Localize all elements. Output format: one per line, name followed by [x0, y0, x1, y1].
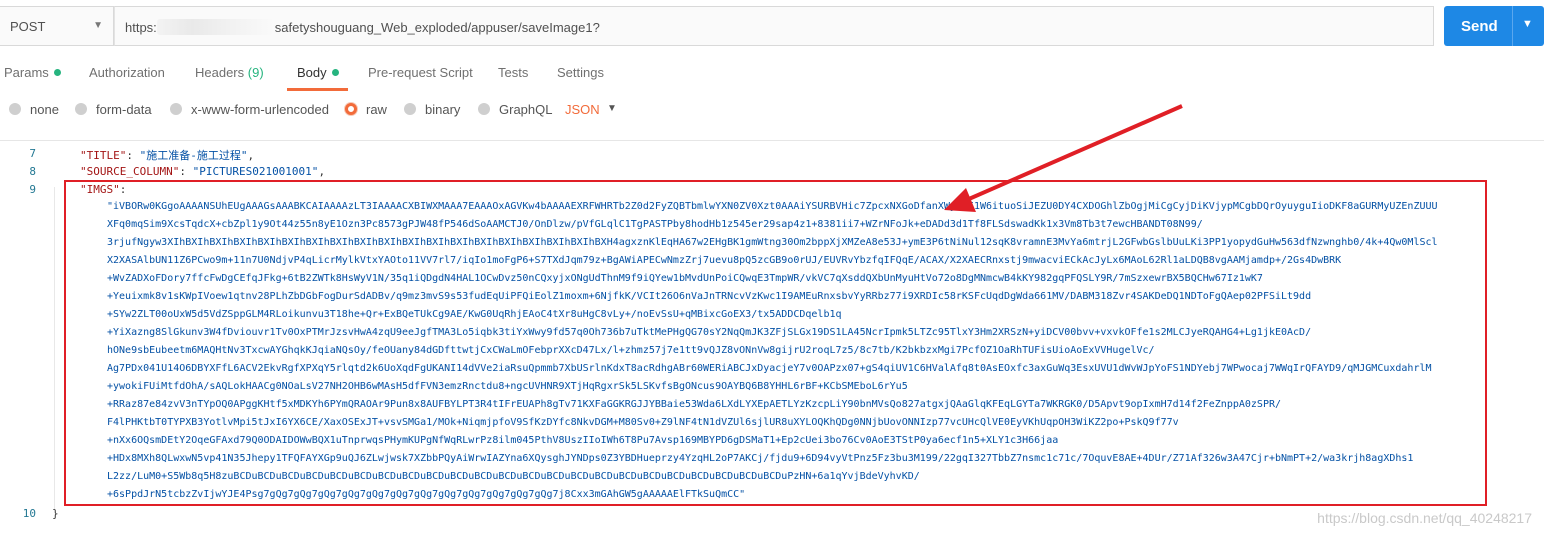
- tab-body[interactable]: Body: [297, 65, 339, 80]
- radio-circle-icon: [404, 103, 416, 115]
- radio-circle-icon: [9, 103, 21, 115]
- code-line-source: "SOURCE_COLUMN": "PICTURES021001001",: [80, 165, 326, 178]
- send-button[interactable]: Send ▼: [1444, 6, 1544, 46]
- radio-graphql[interactable]: GraphQL: [478, 102, 552, 117]
- line-number: 9: [29, 183, 36, 196]
- url-prefix: https:: [125, 20, 157, 35]
- send-options-chevron-icon[interactable]: ▼: [1522, 18, 1533, 30]
- radio-x-www-form-urlencoded[interactable]: x-www-form-urlencoded: [170, 102, 329, 117]
- tab-headers[interactable]: Headers (9): [195, 65, 264, 80]
- send-divider: [1512, 6, 1513, 46]
- indent-guide: [54, 187, 55, 509]
- line-number: 10: [22, 507, 36, 520]
- tab-settings[interactable]: Settings: [557, 65, 604, 80]
- method-label: POST: [10, 19, 46, 34]
- tab-params[interactable]: Params: [4, 65, 61, 80]
- radio-form-data[interactable]: form-data: [75, 102, 152, 117]
- send-label: Send: [1461, 18, 1498, 35]
- chevron-down-icon: ▼: [93, 20, 103, 31]
- request-bar: POST ▼ https: safetyshouguang_Web_explode…: [0, 6, 1544, 46]
- radio-binary[interactable]: binary: [404, 102, 460, 117]
- body-active-dot-icon: [331, 69, 339, 76]
- radio-circle-icon: [170, 103, 182, 115]
- closing-brace: }: [52, 507, 59, 520]
- radio-selected-icon: [345, 103, 357, 115]
- format-select[interactable]: JSON: [565, 102, 600, 117]
- body-type-selector: none form-data x-www-form-urlencoded raw…: [0, 98, 1544, 122]
- radio-circle-icon: [75, 103, 87, 115]
- radio-none[interactable]: none: [9, 102, 59, 117]
- format-chevron-down-icon[interactable]: ▼: [607, 103, 617, 114]
- url-path: safetyshouguang_Web_exploded/appuser/sav…: [274, 20, 600, 35]
- redacted-host: [156, 19, 275, 35]
- active-tab-underline: [287, 88, 348, 91]
- tab-authorization[interactable]: Authorization: [89, 65, 165, 80]
- line-number: 8: [29, 165, 36, 178]
- code-line-title: "TITLE": "施工准备-施工过程",: [80, 149, 255, 162]
- radio-raw[interactable]: raw: [345, 102, 387, 117]
- headers-count: (9): [247, 65, 264, 80]
- tab-tests[interactable]: Tests: [498, 65, 528, 80]
- request-tabs: Params Authorization Headers (9) Body Pr…: [0, 60, 1544, 91]
- radio-circle-icon: [478, 103, 490, 115]
- method-select[interactable]: POST ▼: [0, 6, 114, 46]
- params-active-dot-icon: [53, 69, 61, 76]
- url-input[interactable]: https: safetyshouguang_Web_exploded/appus…: [114, 6, 1434, 46]
- red-highlight-box: [64, 180, 1487, 506]
- line-number: 7: [29, 147, 36, 160]
- tab-pre-request-script[interactable]: Pre-request Script: [368, 65, 473, 80]
- watermark: https://blog.csdn.net/qq_40248217: [1317, 510, 1532, 526]
